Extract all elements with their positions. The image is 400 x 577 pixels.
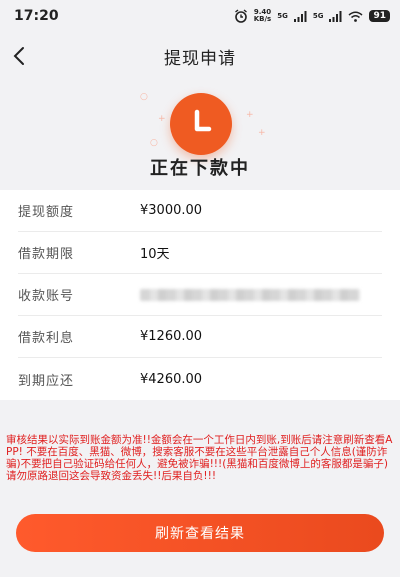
detail-value: ¥4260.00 [140,371,203,387]
loan-details-card: 提现额度 ¥3000.00 借款期限 10天 收款账号 借款利息 ¥1260.0… [0,190,400,400]
decoration-circle-icon: ○ [150,138,158,148]
decoration-plus-icon: + [158,114,166,124]
decoration-plus-icon: + [246,110,254,120]
page-title: 提现申请 [164,48,236,69]
refresh-result-button[interactable]: 刷新查看结果 [16,514,384,552]
account-number-blurred [140,288,360,301]
detail-row-account: 收款账号 [18,274,382,316]
detail-label: 收款账号 [18,289,75,304]
wifi-icon [348,11,363,22]
detail-label: 借款期限 [18,247,75,262]
decoration-circle-icon: ○ [140,92,148,102]
battery-indicator: 91 [369,10,390,22]
status-icons: 9.40 KB/s 5G 5G 91 [234,9,390,23]
alarm-icon [234,9,247,23]
status-hero: ○ ○ + + + 正在下款中 [0,80,400,190]
network-speed: 9.40 KB/s [254,9,271,23]
detail-value: ¥1260.00 [140,329,203,344]
detail-label: 提现额度 [18,205,75,220]
warning-notice: 审核结果以实际到账金额为准!!金额会在一个工作日内到账,到账后请注意刷新查看AP… [6,434,393,482]
detail-row-term: 借款期限 10天 [18,232,382,274]
signal-label-1: 5G [277,12,288,20]
nav-bar: 提现申请 [0,32,400,80]
status-bar: 17:20 9.40 KB/s 5G 5G 91 [0,0,400,32]
detail-row-interest: 借款利息 ¥1260.00 [18,316,382,358]
signal-icon-2 [329,10,342,22]
signal-icon [293,10,307,22]
clock-icon [170,93,232,155]
detail-row-due: 到期应还 ¥4260.00 [18,358,382,400]
decoration-plus-icon: + [258,128,266,138]
detail-row-amount: 提现额度 ¥3000.00 [18,190,382,232]
detail-value: ¥3000.00 [140,203,203,218]
back-arrow-icon[interactable] [8,44,32,68]
speed-unit: KB/s [253,15,272,23]
detail-label: 到期应还 [18,373,75,389]
detail-value: 10天 [140,247,170,262]
signal-label-2: 5G [312,12,324,20]
status-time: 17:20 [14,8,59,24]
processing-status: 正在下款中 [150,158,250,179]
detail-label: 借款利息 [18,331,75,346]
